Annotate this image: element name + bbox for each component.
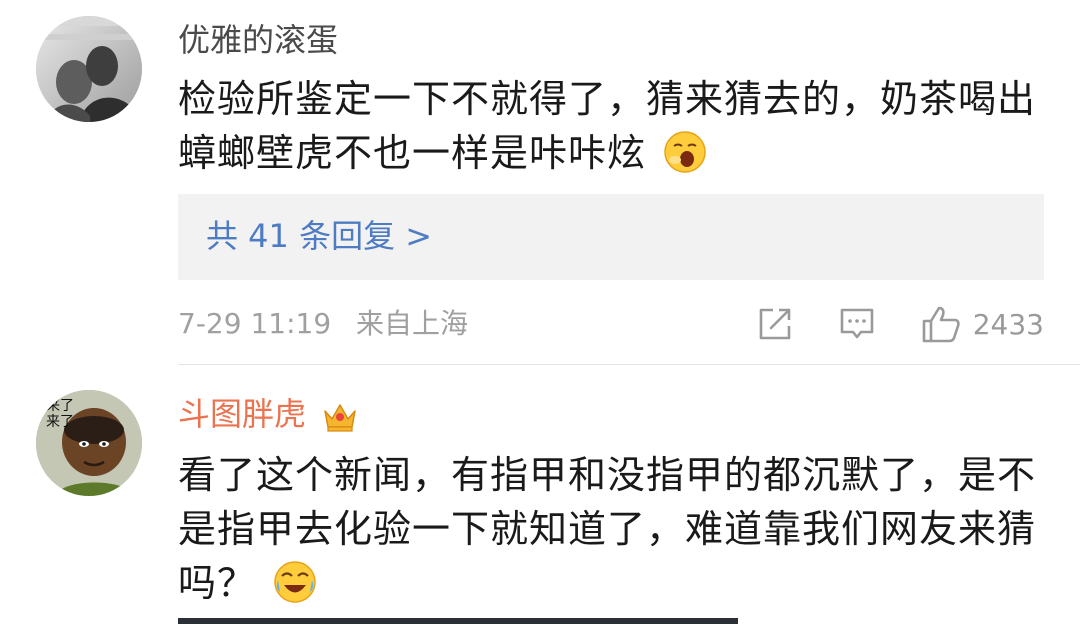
comment-icon (840, 308, 874, 339)
laugh-cry-emoji-icon (273, 560, 317, 604)
comment-item: 优雅的滚蛋 检验所鉴定一下不就得了，猜来猜去的，奶茶喝出蟑螂壁虎不也一样是咔咔炫… (0, 0, 1080, 365)
username[interactable]: 优雅的滚蛋 (178, 20, 338, 60)
comment-text-content: 检验所鉴定一下不就得了，猜来猜去的，奶茶喝出蟑螂壁虎不也一样是咔咔炫 (178, 77, 1037, 175)
username[interactable]: 斗图胖虎 (178, 394, 358, 434)
comment-actions: 2433 (757, 298, 1044, 350)
next-item-preview (178, 618, 738, 624)
share-button[interactable] (757, 306, 793, 342)
like-count: 2433 (972, 307, 1044, 341)
crown-icon (322, 399, 358, 433)
timestamp: 7-29 11:19 (178, 307, 332, 340)
thumbs-up-icon (922, 306, 960, 343)
view-replies-link[interactable]: 共 41 条回复 > (206, 216, 432, 256)
avatar-caption-line-2: 来了 (46, 414, 74, 430)
yawn-emoji-icon (663, 130, 707, 174)
comment-button[interactable] (839, 306, 875, 342)
comment-text: 检验所鉴定一下不就得了，猜来猜去的，奶茶喝出蟑螂壁虎不也一样是咔咔炫 (178, 72, 1038, 180)
comment-feed: 优雅的滚蛋 检验所鉴定一下不就得了，猜来猜去的，奶茶喝出蟑螂壁虎不也一样是咔咔炫… (0, 0, 1080, 624)
avatar[interactable] (36, 16, 142, 122)
like-button[interactable]: 2433 (921, 305, 1044, 343)
location: 来自上海 (356, 307, 469, 340)
username-text[interactable]: 斗图胖虎 (178, 395, 306, 433)
avatar-meme-image: 来了 来了 (36, 390, 142, 496)
username-text[interactable]: 优雅的滚蛋 (178, 21, 338, 59)
divider (178, 364, 1080, 365)
comment-meta: 7-29 11:19 来自上海 (178, 306, 468, 342)
avatar[interactable]: 来了 来了 (36, 390, 142, 496)
avatar-photo (36, 16, 142, 122)
comment-text: 看了这个新闻，有指甲和没指甲的都沉默了，是不是指甲去化验一下就知道了，难道靠我们… (178, 448, 1038, 610)
comment-item: 来了 来了 斗图胖虎 看了这个新闻，有指甲和没指甲的都沉默了，是不是指甲去化验一… (0, 368, 1080, 624)
share-icon (759, 308, 791, 340)
replies-box[interactable]: 共 41 条回复 > (178, 194, 1044, 280)
avatar-caption-line-1: 来了 (46, 398, 74, 414)
